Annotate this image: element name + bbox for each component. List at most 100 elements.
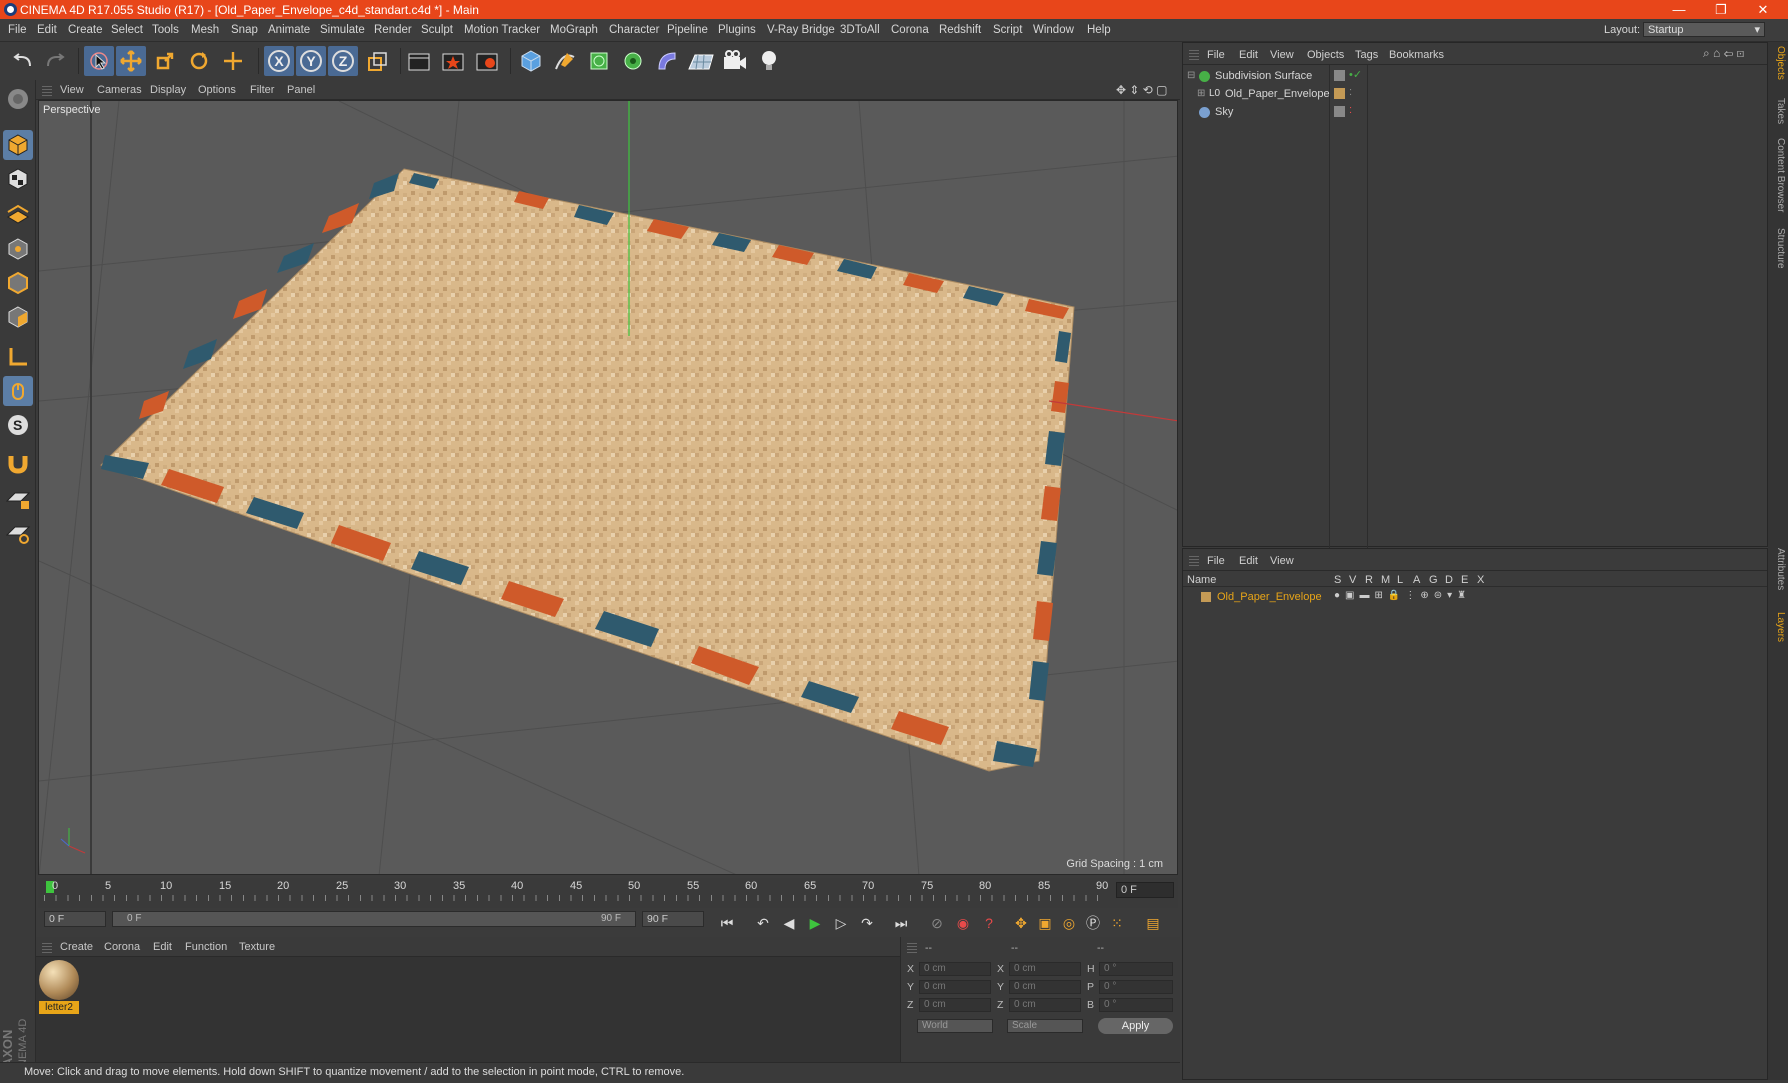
menu-character[interactable]: Character [609, 24, 660, 36]
menu-motion-tracker[interactable]: Motion Tracker [464, 24, 540, 36]
grid-lock-button[interactable] [3, 484, 33, 514]
rotation-key-button[interactable]: ◎ [1058, 912, 1080, 934]
layer-toggle-icons[interactable]: ●▣▬⊞🔒⋮⊕⊜▾♜ [1334, 590, 1471, 601]
objects-menu-edit[interactable]: Edit [1239, 49, 1258, 61]
side-tab-content-browser[interactable]: Content Browser [1770, 138, 1786, 212]
column-header-s[interactable]: S [1334, 574, 1341, 586]
grid-rotate-button[interactable] [3, 518, 33, 548]
menu-corona[interactable]: Corona [891, 24, 929, 36]
menu-mograph[interactable]: MoGraph [550, 24, 598, 36]
menu-sculpt[interactable]: Sculpt [421, 24, 453, 36]
axis-mode-button[interactable] [3, 342, 33, 372]
transform-tool[interactable] [218, 46, 248, 76]
collapse-icon[interactable]: ⊟ [1187, 70, 1195, 81]
go-to-start-button[interactable]: ⏮ [716, 912, 738, 934]
name-column-header[interactable]: Name [1187, 574, 1216, 586]
column-header-e[interactable]: E [1461, 574, 1468, 586]
menu-tools[interactable]: Tools [152, 24, 179, 36]
close-button[interactable]: ✕ [1742, 0, 1784, 19]
size-mode-select[interactable]: Scale [1007, 1019, 1083, 1033]
pos-y-field[interactable]: 0 cm [919, 980, 991, 994]
next-frame-button[interactable]: ▷ [830, 912, 852, 934]
menu-mesh[interactable]: Mesh [191, 24, 219, 36]
record-keys-off-button[interactable]: ⊘ [926, 912, 948, 934]
layout-select[interactable]: Startup ▾ [1643, 22, 1765, 37]
size-x-field[interactable]: 0 cm [1009, 962, 1081, 976]
pla-key-button[interactable]: ⁙ [1106, 912, 1128, 934]
redo-button[interactable] [40, 46, 70, 76]
next-key-button[interactable]: ↷ [856, 912, 878, 934]
previous-frame-button[interactable]: ◀ [778, 912, 800, 934]
material-menu-function[interactable]: Function [185, 941, 227, 953]
snapping-button[interactable]: S [3, 410, 33, 440]
camera-button[interactable] [720, 46, 750, 76]
layer-color-swatch[interactable] [1201, 592, 1211, 602]
menu-render[interactable]: Render [374, 24, 412, 36]
objects-menu-bookmarks[interactable]: Bookmarks [1389, 49, 1444, 61]
menu-snap[interactable]: Snap [231, 24, 258, 36]
rot-p-field[interactable]: 0 ° [1099, 980, 1173, 994]
coordinate-system-button[interactable] [362, 46, 392, 76]
objects-menu-view[interactable]: View [1270, 49, 1294, 61]
menu-select[interactable]: Select [111, 24, 143, 36]
undo-button[interactable] [8, 46, 38, 76]
layer-row-old-paper-envelope[interactable]: Old_Paper_Envelope ●▣▬⊞🔒⋮⊕⊜▾♜ [1183, 588, 1767, 606]
object-row-subdivision-surface[interactable]: ⊟ Subdivision Surface •✓ [1183, 67, 1767, 85]
menu-vray-bridge[interactable]: V-Ray Bridge [767, 24, 835, 36]
parameter-key-button[interactable]: Ⓟ [1082, 912, 1104, 934]
end-frame-field[interactable]: 90 F [642, 911, 704, 927]
side-tab-layers[interactable]: Layers [1770, 612, 1786, 642]
y-axis-lock[interactable]: Y [296, 46, 326, 76]
layers-menu-file[interactable]: File [1207, 555, 1225, 567]
column-header-m[interactable]: M [1381, 574, 1390, 586]
object-row-old-paper-envelope[interactable]: ⊞ L0 Old_Paper_Envelope : [1183, 85, 1767, 103]
texture-mode-button[interactable] [3, 164, 33, 194]
render-picture-viewer-button[interactable] [438, 46, 468, 76]
layers-menu-edit[interactable]: Edit [1239, 555, 1258, 567]
side-tab-objects[interactable]: Objects [1770, 46, 1786, 80]
cloner-button[interactable] [618, 46, 648, 76]
z-axis-lock[interactable]: Z [328, 46, 358, 76]
material-menu-edit[interactable]: Edit [153, 941, 172, 953]
column-header-x[interactable]: X [1477, 574, 1484, 586]
layers-menu-view[interactable]: View [1270, 555, 1294, 567]
material-menu-corona[interactable]: Corona [104, 941, 140, 953]
column-header-g[interactable]: G [1429, 574, 1438, 586]
menu-create[interactable]: Create [68, 24, 103, 36]
position-key-button[interactable]: ✥ [1010, 912, 1032, 934]
viewport-menu-display[interactable]: Display [150, 84, 186, 96]
side-tab-structure[interactable]: Structure [1770, 228, 1786, 269]
play-button[interactable]: ▶ [804, 912, 826, 934]
cube-object-button[interactable] [516, 46, 546, 76]
material-menu-texture[interactable]: Texture [239, 941, 275, 953]
viewport-menu-panel[interactable]: Panel [287, 84, 315, 96]
viewport-menu-filter[interactable]: Filter [250, 84, 274, 96]
column-header-r[interactable]: R [1365, 574, 1373, 586]
menu-pipeline[interactable]: Pipeline [667, 24, 708, 36]
coordinate-space-select[interactable]: World [917, 1019, 993, 1033]
layer-swatch[interactable] [1334, 88, 1345, 99]
edges-mode-button[interactable] [3, 268, 33, 298]
expand-icon[interactable]: ⊞ [1197, 88, 1205, 99]
menu-help[interactable]: Help [1087, 24, 1111, 36]
model-mode-button[interactable] [3, 130, 33, 160]
pos-z-field[interactable]: 0 cm [919, 998, 991, 1012]
viewport-menu-options[interactable]: Options [198, 84, 236, 96]
menu-script[interactable]: Script [993, 24, 1022, 36]
rot-h-field[interactable]: 0 ° [1099, 962, 1173, 976]
go-to-end-button[interactable]: ⏭ [890, 912, 912, 934]
menu-animate[interactable]: Animate [268, 24, 310, 36]
viewport-menu-view[interactable]: View [60, 84, 84, 96]
object-row-sky[interactable]: Sky : [1183, 103, 1767, 121]
side-tab-attributes[interactable]: Attributes [1770, 548, 1786, 590]
timeline-window-button[interactable]: ▤ [1142, 912, 1164, 934]
apply-button[interactable]: Apply [1098, 1018, 1173, 1034]
make-editable-button[interactable] [3, 84, 33, 114]
autokey-button[interactable]: ◉ [952, 912, 974, 934]
size-z-field[interactable]: 0 cm [1009, 998, 1081, 1012]
menu-edit[interactable]: Edit [37, 24, 57, 36]
current-frame-field[interactable]: 0 F [1116, 882, 1174, 898]
objects-menu-tags[interactable]: Tags [1355, 49, 1378, 61]
menu-redshift[interactable]: Redshift [939, 24, 981, 36]
polygons-mode-button[interactable] [3, 302, 33, 332]
